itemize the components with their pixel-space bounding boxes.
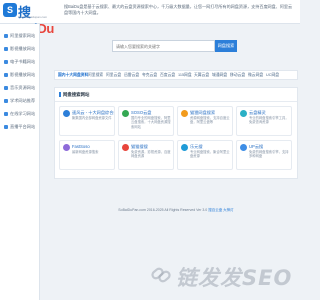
tab-category[interactable]: 城通网盘 bbox=[212, 71, 227, 80]
tab-category[interactable]: 百度云盘 bbox=[160, 71, 175, 80]
category-icon bbox=[4, 46, 8, 51]
category-icon bbox=[4, 59, 8, 64]
site-logo-icon bbox=[181, 144, 188, 151]
sidebar-item[interactable]: 影视播放网站 bbox=[4, 71, 40, 79]
search-input[interactable] bbox=[112, 40, 215, 52]
search-button[interactable]: 网盘搜索 bbox=[215, 40, 237, 52]
category-icon bbox=[4, 33, 8, 38]
watermark-text: 链发发SEO bbox=[176, 266, 293, 290]
category-icon bbox=[4, 98, 8, 103]
footer-link[interactable]: 搜百云盘 大神灯 bbox=[208, 208, 233, 212]
panel-title: 网盘搜索网站 bbox=[59, 92, 89, 98]
site-logo-icon bbox=[240, 110, 247, 117]
tab-category[interactable]: 阿里云盘 bbox=[106, 71, 121, 80]
site-logo-icon bbox=[240, 144, 247, 151]
site-card[interactable]: 云盘精灵 专业的网盘搜索引擎工具，免费查询资源 bbox=[236, 106, 292, 136]
page: S 搜BaiDu www.sobaidupan.com 搜BaiDu盘是基于云搜… bbox=[0, 0, 300, 300]
site-description: 聚集国内全部网盘资源文件 bbox=[72, 116, 112, 120]
sidebar-item-label: 影视播放网站 bbox=[10, 46, 36, 51]
site-header: S 搜BaiDu www.sobaidupan.com 搜BaiDu盘是基于云搜… bbox=[0, 0, 300, 36]
tab-category[interactable]: 115网盘 bbox=[178, 71, 192, 80]
tab-category[interactable]: 夸克云盘 bbox=[142, 71, 157, 80]
sidebar-item[interactable]: 音乐资源网站 bbox=[4, 84, 40, 92]
site-card[interactable]: 猫狸网盘搜索 资源网盘搜索，支持百度云盘，阿里云盘等 bbox=[177, 106, 233, 136]
sidebar-item-label: 阿里搜索网站 bbox=[10, 33, 36, 38]
site-description: 免费的网盘搜索引擎，支持多种网盘 bbox=[249, 150, 289, 159]
site-card[interactable]: 猫猫搜搜 免费资源，影视资源，百度网盘资源 bbox=[118, 140, 174, 170]
copyright-text: SoBaiDuPan.com 2016-2025 All Rights Rese… bbox=[118, 208, 208, 212]
tab-category[interactable]: 微云网盘 bbox=[248, 71, 263, 80]
category-icon bbox=[4, 111, 8, 116]
sidebar-item[interactable]: 阿里搜索网站 bbox=[4, 32, 40, 40]
category-icon bbox=[4, 72, 8, 77]
category-icon bbox=[4, 124, 8, 129]
sidebar-item[interactable]: 影视播放网站 bbox=[4, 45, 40, 53]
sidebar: 阿里搜索网站 影视播放网站 电子书籍网站 影视播放网站 音乐资源网站 学术网站推… bbox=[0, 24, 40, 300]
sidebar-item[interactable]: 电子书籍网站 bbox=[4, 58, 40, 66]
category-tabs: 国内十大网盘资料 阿里搜索 阿里云盘 迅雷云盘 夸克云盘 百度云盘 115网盘 … bbox=[54, 70, 298, 80]
panel-title-text: 网盘搜索网站 bbox=[63, 92, 90, 97]
sidebar-item-label: 电子书籍网站 bbox=[10, 59, 36, 64]
site-description: 最新网盘资源搜索 bbox=[72, 150, 99, 154]
sidebar-item-label: 学术网站推荐 bbox=[10, 98, 36, 103]
tab-category[interactable]: 天翼云盘 bbox=[194, 71, 209, 80]
sidebar-item[interactable]: 在线学习网站 bbox=[4, 110, 40, 118]
sidebar-item[interactable]: 学术网站推荐 bbox=[4, 97, 40, 105]
logo-subtitle: www.sobaidupan.com bbox=[18, 15, 48, 19]
tab-category[interactable]: 迅雷云盘 bbox=[124, 71, 139, 80]
site-logo-icon bbox=[122, 110, 129, 117]
site-name: FastSoso bbox=[72, 144, 90, 149]
sidebar-item[interactable]: 直播平台网站 bbox=[4, 123, 40, 131]
site-footer: SoBaiDuPan.com 2016-2025 All Rights Rese… bbox=[54, 208, 298, 213]
site-description: 专业网盘搜索，聚合阿里云盘资源 bbox=[190, 150, 230, 159]
sidebar-item-label: 直播平台网站 bbox=[10, 124, 36, 129]
watermark: 链发发SEO bbox=[150, 262, 293, 290]
site-description: 免费资源，影视资源，百度网盘资源 bbox=[131, 150, 171, 159]
category-icon bbox=[4, 85, 8, 90]
search-bar: 网盘搜索 bbox=[112, 40, 238, 52]
site-card[interactable]: 乐元搜 专业网盘搜索，聚合阿里云盘资源 bbox=[177, 140, 233, 170]
site-logo[interactable]: S 搜BaiDu www.sobaidupan.com bbox=[3, 3, 61, 36]
tab-category[interactable]: 国内十大网盘资料 bbox=[58, 71, 88, 80]
site-card[interactable]: 速风云 - 十大网盘综合搜索 聚集国内全部网盘资源文件 bbox=[59, 106, 115, 136]
site-description: 资源网盘搜索，支持百度云盘，阿里云盘等 bbox=[190, 116, 230, 125]
sidebar-item-label: 在线学习网站 bbox=[10, 111, 36, 116]
site-card[interactable]: FastSoso 最新网盘资源搜索 bbox=[59, 140, 115, 170]
site-description: 专业的网盘搜索引擎工具，免费查询资源 bbox=[249, 116, 289, 125]
divider bbox=[55, 101, 297, 102]
logo-mark: S bbox=[3, 3, 17, 17]
title-bar-icon bbox=[59, 92, 61, 98]
site-description: 国内专业的网盘搜索，阿里云盘搜索，十大网盘资源搜索网站 bbox=[131, 116, 171, 129]
site-card[interactable]: SOSO云盘 国内专业的网盘搜索，阿里云盘搜索，十大网盘资源搜索网站 bbox=[118, 106, 174, 136]
site-logo-icon bbox=[122, 144, 129, 151]
sidebar-item-label: 音乐资源网站 bbox=[10, 85, 36, 90]
tab-category[interactable]: 移动云盘 bbox=[230, 71, 245, 80]
sidebar-item-label: 影视播放网站 bbox=[10, 72, 36, 77]
site-logo-icon bbox=[181, 110, 188, 117]
chain-link-icon bbox=[151, 267, 171, 283]
site-logo-icon bbox=[63, 144, 70, 151]
tab-category[interactable]: UC网盘 bbox=[266, 71, 279, 80]
site-card[interactable]: UP云搜 免费的网盘搜索引擎，支持多种网盘 bbox=[236, 140, 292, 170]
site-description: 搜BaiDu盘是基于云搜索、最大的云盘资源搜索中心，千万级大数据量，让您一网打尽… bbox=[64, 4, 293, 15]
site-list-panel: 网盘搜索网站 速风云 - 十大网盘综合搜索 聚集国内全部网盘资源文件 SOSO云… bbox=[54, 87, 298, 179]
site-logo-icon bbox=[63, 110, 70, 117]
tab-category[interactable]: 阿里搜索 bbox=[88, 71, 103, 80]
